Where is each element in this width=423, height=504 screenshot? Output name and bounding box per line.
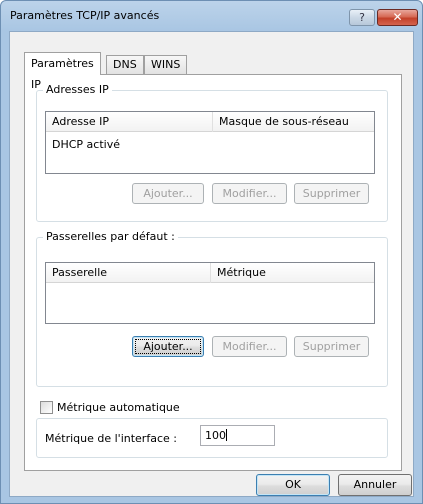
remove-gateway-button[interactable]: Supprimer bbox=[294, 336, 369, 357]
remove-ip-button[interactable]: Supprimer bbox=[294, 183, 369, 204]
focus-ring bbox=[135, 339, 201, 354]
ok-button[interactable]: OK bbox=[256, 474, 330, 496]
tab-panel-ip-settings: Adresses IP Adresse IP Masque de sous-ré… bbox=[24, 74, 402, 471]
tab-label: WINS bbox=[151, 58, 181, 71]
interface-metric-label: Métrique de l'interface : bbox=[45, 432, 177, 445]
edit-ip-button[interactable]: Modifier... bbox=[212, 183, 287, 204]
list-item[interactable]: DHCP activé bbox=[52, 138, 120, 151]
group-title: Adresses IP bbox=[43, 83, 112, 96]
add-ip-button[interactable]: Ajouter... bbox=[132, 183, 204, 204]
button-label: OK bbox=[285, 478, 301, 491]
close-button[interactable]: ✕ bbox=[377, 9, 418, 26]
help-button[interactable]: ? bbox=[349, 9, 375, 26]
auto-metric-label: Métrique automatique bbox=[57, 401, 180, 414]
column-gateway[interactable]: Passerelle bbox=[46, 263, 210, 283]
tab-ip-settings[interactable]: Paramètres IP bbox=[24, 52, 101, 91]
tab-dns[interactable]: DNS bbox=[106, 55, 144, 74]
dialog-body: Paramètres IP DNS WINS Adresses IP Adres… bbox=[9, 31, 414, 497]
add-gateway-button[interactable]: Ajouter... bbox=[132, 336, 204, 357]
title-bar[interactable]: Paramètres TCP/IP avancés ? ✕ bbox=[1, 1, 422, 31]
window-title: Paramètres TCP/IP avancés bbox=[10, 9, 160, 22]
help-icon: ? bbox=[359, 11, 365, 24]
gateways-group: Passerelles par défaut : Passerelle Métr… bbox=[36, 230, 388, 387]
text-caret bbox=[226, 429, 227, 441]
dialog-window: Paramètres TCP/IP avancés ? ✕ Paramètres… bbox=[0, 0, 423, 504]
column-metric[interactable]: Métrique bbox=[210, 263, 375, 283]
gateway-list[interactable]: Passerelle Métrique bbox=[45, 262, 375, 324]
ip-addresses-group: Adresses IP Adresse IP Masque de sous-ré… bbox=[36, 83, 388, 222]
interface-metric-input[interactable]: 100 bbox=[200, 425, 275, 446]
column-subnet-mask[interactable]: Masque de sous-réseau bbox=[212, 112, 375, 132]
edit-gateway-button[interactable]: Modifier... bbox=[212, 336, 287, 357]
tab-wins[interactable]: WINS bbox=[144, 55, 188, 74]
ip-address-list[interactable]: Adresse IP Masque de sous-réseau DHCP ac… bbox=[45, 111, 375, 174]
cancel-button[interactable]: Annuler bbox=[338, 474, 412, 496]
group-title: Passerelles par défaut : bbox=[43, 230, 178, 243]
tab-label: DNS bbox=[113, 58, 137, 71]
interface-metric-group: Métrique de l'interface : 100 bbox=[36, 418, 388, 458]
column-ip-address[interactable]: Adresse IP bbox=[46, 112, 212, 132]
list-header: Passerelle Métrique bbox=[46, 263, 374, 283]
input-value: 100 bbox=[205, 429, 226, 442]
auto-metric-checkbox[interactable] bbox=[40, 401, 53, 414]
list-header: Adresse IP Masque de sous-réseau bbox=[46, 112, 374, 132]
close-icon: ✕ bbox=[392, 10, 403, 24]
